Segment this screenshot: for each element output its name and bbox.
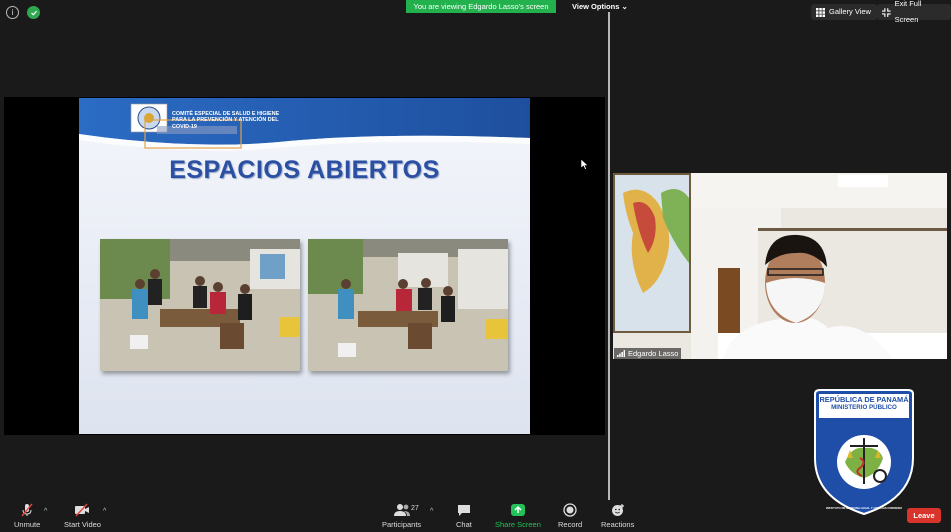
unmute-button[interactable]: Unmute: [14, 503, 40, 529]
split-view-divider[interactable]: [608, 12, 610, 500]
committee-heading: COMITÉ ESPECIAL DE SALUD E HIGIENE PARA …: [172, 111, 279, 130]
participant-name-tag: Edgardo Lasso: [614, 348, 682, 359]
chat-button[interactable]: Chat: [456, 503, 472, 529]
institute-logo: REPÚBLICA DE PANAMÁ MINISTERIO PÚBLICO I…: [812, 388, 916, 516]
slide-photo: [100, 239, 300, 371]
viewing-banner: You are viewing Edgardo Lasso's screen: [406, 0, 556, 13]
chat-bubble-icon: [457, 505, 470, 516]
video-camera-off-icon: [75, 503, 90, 517]
committee-line: COVID-19: [172, 123, 197, 130]
share-screen-button[interactable]: Share Screen: [495, 503, 541, 529]
participants-count: 27: [411, 505, 419, 512]
gallery-view-label: Gallery View: [829, 7, 871, 16]
reactions-label: Reactions: [601, 520, 635, 529]
start-video-button[interactable]: Start Video: [64, 503, 101, 529]
reactions-button[interactable]: Reactions: [601, 503, 634, 529]
participant-video[interactable]: [613, 173, 947, 359]
exit-full-screen-button[interactable]: Exit Full Screen: [877, 0, 951, 24]
audio-options-caret[interactable]: ^: [44, 508, 47, 515]
participants-options-caret[interactable]: ^: [430, 508, 433, 515]
participant-name: Edgardo Lasso: [628, 349, 679, 358]
logo-republic-text: REPÚBLICA DE PANAMÁ: [819, 395, 909, 404]
mouse-cursor-icon: [581, 159, 589, 170]
start-video-label: Start Video: [64, 520, 101, 529]
top-left-icons: i: [6, 6, 40, 19]
leave-button[interactable]: Leave: [907, 508, 941, 523]
chevron-down-icon: ⌄: [621, 2, 628, 11]
view-options-button[interactable]: View Options ⌄: [566, 1, 634, 13]
microphone-muted-icon: [21, 503, 33, 517]
grid-icon: [816, 7, 825, 17]
slide-photo: [308, 239, 508, 371]
unmute-label: Unmute: [14, 520, 41, 529]
logo-ring-text: INSTITUTO DE MEDICINA LEGAL Y CIENCIAS F…: [826, 506, 902, 510]
video-options-caret[interactable]: ^: [103, 508, 106, 515]
record-icon: [563, 503, 577, 517]
chat-label: Chat: [456, 520, 472, 529]
smiley-plus-icon: [611, 504, 624, 516]
record-button[interactable]: Record: [558, 503, 582, 529]
security-shield-icon[interactable]: [27, 6, 40, 19]
record-label: Record: [558, 520, 583, 529]
participants-icon: [393, 504, 410, 516]
exit-fullscreen-icon: [882, 7, 891, 17]
participants-label: Participants: [382, 520, 422, 529]
share-screen-label: Share Screen: [495, 520, 541, 529]
exit-full-screen-label: Exit Full Screen: [894, 0, 922, 24]
gallery-view-button[interactable]: Gallery View: [811, 4, 877, 20]
presentation-slide: COMITÉ ESPECIAL DE SALUD E HIGIENE PARA …: [79, 98, 530, 434]
logo-ministry-text: MINISTERIO PÚBLICO: [831, 404, 897, 411]
signal-bars-icon: [617, 350, 625, 357]
view-options-label: View Options: [572, 2, 620, 11]
info-icon[interactable]: i: [6, 6, 19, 19]
slide-title: ESPACIOS ABIERTOS: [169, 156, 440, 184]
committee-line: PARA LA PREVENCIÓN Y ATENCIÓN DEL: [172, 117, 279, 124]
share-screen-icon: [510, 504, 525, 516]
